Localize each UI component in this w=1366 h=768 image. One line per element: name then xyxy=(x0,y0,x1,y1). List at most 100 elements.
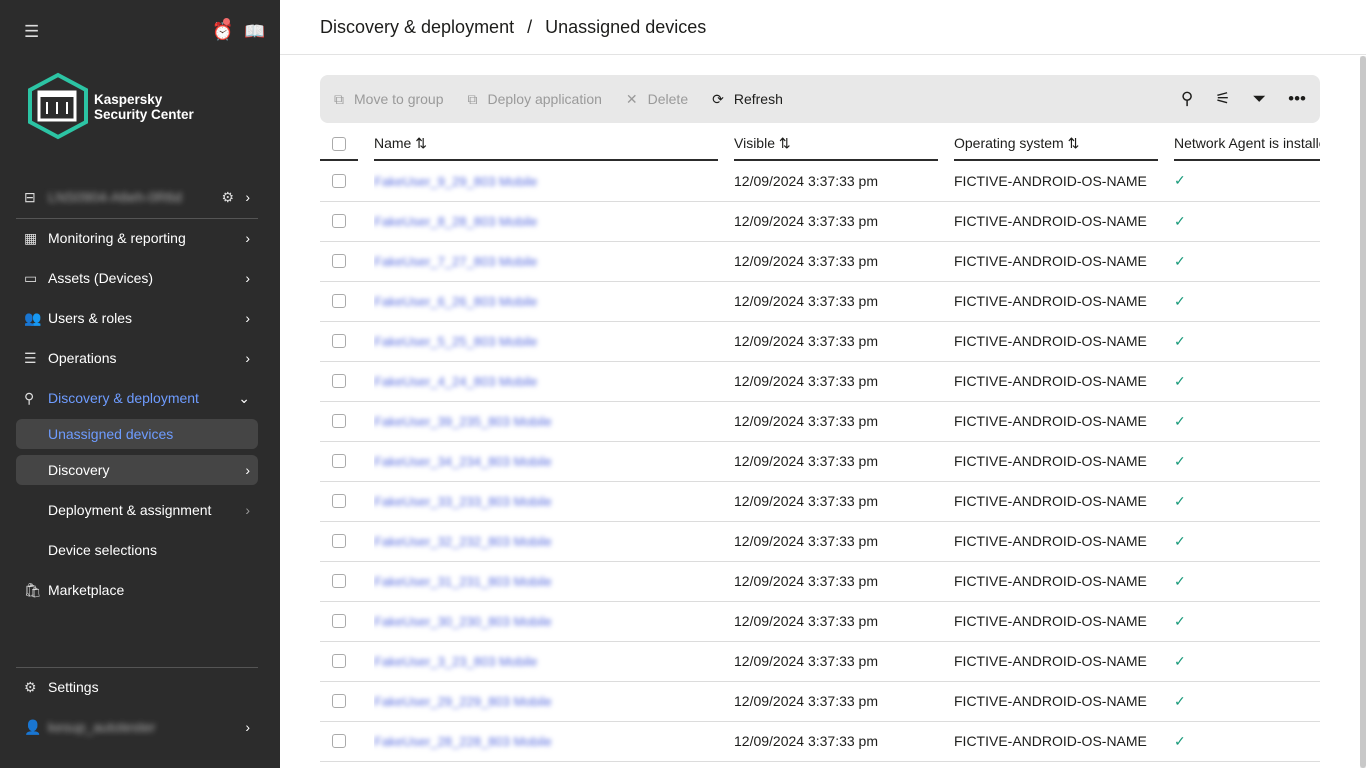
row-checkbox[interactable] xyxy=(332,694,346,708)
chevron-right-icon: › xyxy=(245,230,250,246)
filter-icon[interactable]: ⏷ xyxy=(1253,89,1267,109)
table-row[interactable]: FakeUser_8_28_803 Mobile 12/09/2024 3:37… xyxy=(320,201,1320,241)
search-icon[interactable]: ⚲ xyxy=(1181,89,1193,109)
table-row[interactable]: FakeUser_30_230_803 Mobile 12/09/2024 3:… xyxy=(320,601,1320,641)
check-icon: ✓ xyxy=(1174,653,1186,669)
nav-discovery[interactable]: Discovery› xyxy=(16,455,258,485)
device-name-link[interactable]: FakeUser_39_235_803 Mobile xyxy=(374,414,552,429)
column-header-os[interactable]: Operating system ⇅ xyxy=(954,125,1158,161)
toolbar: ⧉Move to group ⧉Deploy application ✕Dele… xyxy=(320,75,1320,123)
os-cell: FICTIVE-ANDROID-OS-NAME xyxy=(954,321,1174,361)
delete-button[interactable]: ✕Delete xyxy=(626,91,688,108)
column-header-visible[interactable]: Visible ⇅ xyxy=(734,125,938,161)
row-checkbox[interactable] xyxy=(332,494,346,508)
table-row[interactable]: FakeUser_6_26_803 Mobile 12/09/2024 3:37… xyxy=(320,281,1320,321)
os-cell: FICTIVE-ANDROID-OS-NAME xyxy=(954,201,1174,241)
book-icon[interactable]: 📖 xyxy=(244,22,265,42)
table-row[interactable]: FakeUser_7_27_803 Mobile 12/09/2024 3:37… xyxy=(320,241,1320,281)
row-checkbox[interactable] xyxy=(332,574,346,588)
device-name-link[interactable]: FakeUser_5_25_803 Mobile xyxy=(374,334,537,349)
breadcrumb-discovery[interactable]: Discovery & deployment xyxy=(320,17,514,37)
row-checkbox[interactable] xyxy=(332,334,346,348)
monitor-icon: ▭ xyxy=(16,270,48,287)
column-header-name[interactable]: Name ⇅ xyxy=(374,125,718,161)
device-name-link[interactable]: FakeUser_4_24_803 Mobile xyxy=(374,374,537,389)
nav-discovery-deployment[interactable]: ⚲Discovery & deployment⌄ xyxy=(16,383,258,413)
check-icon: ✓ xyxy=(1174,253,1186,269)
visible-cell: 12/09/2024 3:37:33 pm xyxy=(734,561,954,601)
chevron-right-icon: › xyxy=(245,189,250,205)
move-to-group-button[interactable]: ⧉Move to group xyxy=(334,91,444,108)
check-icon: ✓ xyxy=(1174,213,1186,229)
columns-settings-icon[interactable]: ⚟ xyxy=(1215,89,1230,109)
table-row[interactable]: FakeUser_28_228_803 Mobile 12/09/2024 3:… xyxy=(320,721,1320,761)
visible-cell: 12/09/2024 3:37:33 pm xyxy=(734,401,954,441)
deploy-icon: ⧉ xyxy=(468,91,478,108)
nav-device-selections[interactable]: Device selections xyxy=(16,535,258,565)
table-row[interactable]: FakeUser_9_29_803 Mobile 12/09/2024 3:37… xyxy=(320,161,1320,201)
row-checkbox[interactable] xyxy=(332,414,346,428)
scrollbar[interactable] xyxy=(1360,56,1366,768)
chevron-right-icon: › xyxy=(245,350,250,366)
row-checkbox[interactable] xyxy=(332,254,346,268)
device-name-link[interactable]: FakeUser_8_28_803 Mobile xyxy=(374,214,537,229)
check-icon: ✓ xyxy=(1174,493,1186,509)
table-row[interactable]: FakeUser_5_25_803 Mobile 12/09/2024 3:37… xyxy=(320,321,1320,361)
table-row[interactable]: FakeUser_33_233_803 Mobile 12/09/2024 3:… xyxy=(320,481,1320,521)
server-selector[interactable]: ⊟LNS0904-A6eh-0R6d⚙› xyxy=(16,182,258,212)
device-name-link[interactable]: FakeUser_31_231_803 Mobile xyxy=(374,574,552,589)
nav-users[interactable]: 👥Users & roles› xyxy=(16,303,258,333)
table-row[interactable]: FakeUser_4_24_803 Mobile 12/09/2024 3:37… xyxy=(320,361,1320,401)
row-checkbox[interactable] xyxy=(332,654,346,668)
server-settings-icon[interactable]: ⚙ xyxy=(221,189,234,206)
nav-assets[interactable]: ▭Assets (Devices)› xyxy=(16,263,258,293)
table-row[interactable]: FakeUser_29_229_803 Mobile 12/09/2024 3:… xyxy=(320,681,1320,721)
check-icon: ✓ xyxy=(1174,453,1186,469)
device-name-link[interactable]: FakeUser_33_233_803 Mobile xyxy=(374,494,552,509)
refresh-button[interactable]: ⟳Refresh xyxy=(712,91,783,108)
row-checkbox[interactable] xyxy=(332,214,346,228)
check-icon: ✓ xyxy=(1174,573,1186,589)
row-checkbox[interactable] xyxy=(332,614,346,628)
table-row[interactable]: FakeUser_34_234_803 Mobile 12/09/2024 3:… xyxy=(320,441,1320,481)
row-checkbox[interactable] xyxy=(332,294,346,308)
row-checkbox[interactable] xyxy=(332,734,346,748)
refresh-icon: ⟳ xyxy=(712,91,724,108)
deploy-application-button[interactable]: ⧉Deploy application xyxy=(468,91,602,108)
nav-operations[interactable]: ☰Operations› xyxy=(16,343,258,373)
table-row[interactable]: FakeUser_32_232_803 Mobile 12/09/2024 3:… xyxy=(320,521,1320,561)
device-name-link[interactable]: FakeUser_6_26_803 Mobile xyxy=(374,294,537,309)
move-icon: ⧉ xyxy=(334,91,344,108)
device-name-link[interactable]: FakeUser_9_29_803 Mobile xyxy=(374,174,537,189)
visible-cell: 12/09/2024 3:37:33 pm xyxy=(734,321,954,361)
device-name-link[interactable]: FakeUser_34_234_803 Mobile xyxy=(374,454,552,469)
os-cell: FICTIVE-ANDROID-OS-NAME xyxy=(954,161,1174,201)
menu-icon[interactable]: ☰ xyxy=(24,22,39,42)
more-icon[interactable]: ••• xyxy=(1288,89,1306,109)
page-title: Unassigned devices xyxy=(545,17,706,37)
device-name-link[interactable]: FakeUser_3_23_803 Mobile xyxy=(374,654,537,669)
nav-monitoring[interactable]: ▦Monitoring & reporting› xyxy=(16,223,258,253)
select-all-checkbox[interactable] xyxy=(332,137,346,151)
nav-user[interactable]: 👤kesup_autotester› xyxy=(16,712,258,742)
notifications-icon[interactable]: ⏰ xyxy=(212,22,233,42)
device-name-link[interactable]: FakeUser_28_228_803 Mobile xyxy=(374,734,552,749)
device-name-link[interactable]: FakeUser_7_27_803 Mobile xyxy=(374,254,537,269)
device-name-link[interactable]: FakeUser_30_230_803 Mobile xyxy=(374,614,552,629)
row-checkbox[interactable] xyxy=(332,374,346,388)
nav-settings[interactable]: ⚙Settings xyxy=(16,672,258,702)
device-name-link[interactable]: FakeUser_32_232_803 Mobile xyxy=(374,534,552,549)
row-checkbox[interactable] xyxy=(332,534,346,548)
nav-deployment-assignment[interactable]: Deployment & assignment› xyxy=(16,495,258,525)
chevron-down-icon: ⌄ xyxy=(238,390,250,407)
column-header-agent[interactable]: Network Agent is installed xyxy=(1174,125,1320,161)
nav-marketplace[interactable]: 🛍Marketplace xyxy=(16,575,258,605)
row-checkbox[interactable] xyxy=(332,454,346,468)
device-name-link[interactable]: FakeUser_29_229_803 Mobile xyxy=(374,694,552,709)
table-row[interactable]: FakeUser_31_231_803 Mobile 12/09/2024 3:… xyxy=(320,561,1320,601)
row-checkbox[interactable] xyxy=(332,174,346,188)
chevron-right-icon: › xyxy=(245,462,250,478)
table-row[interactable]: FakeUser_39_235_803 Mobile 12/09/2024 3:… xyxy=(320,401,1320,441)
table-row[interactable]: FakeUser_3_23_803 Mobile 12/09/2024 3:37… xyxy=(320,641,1320,681)
nav-unassigned-devices[interactable]: Unassigned devices xyxy=(16,419,258,449)
